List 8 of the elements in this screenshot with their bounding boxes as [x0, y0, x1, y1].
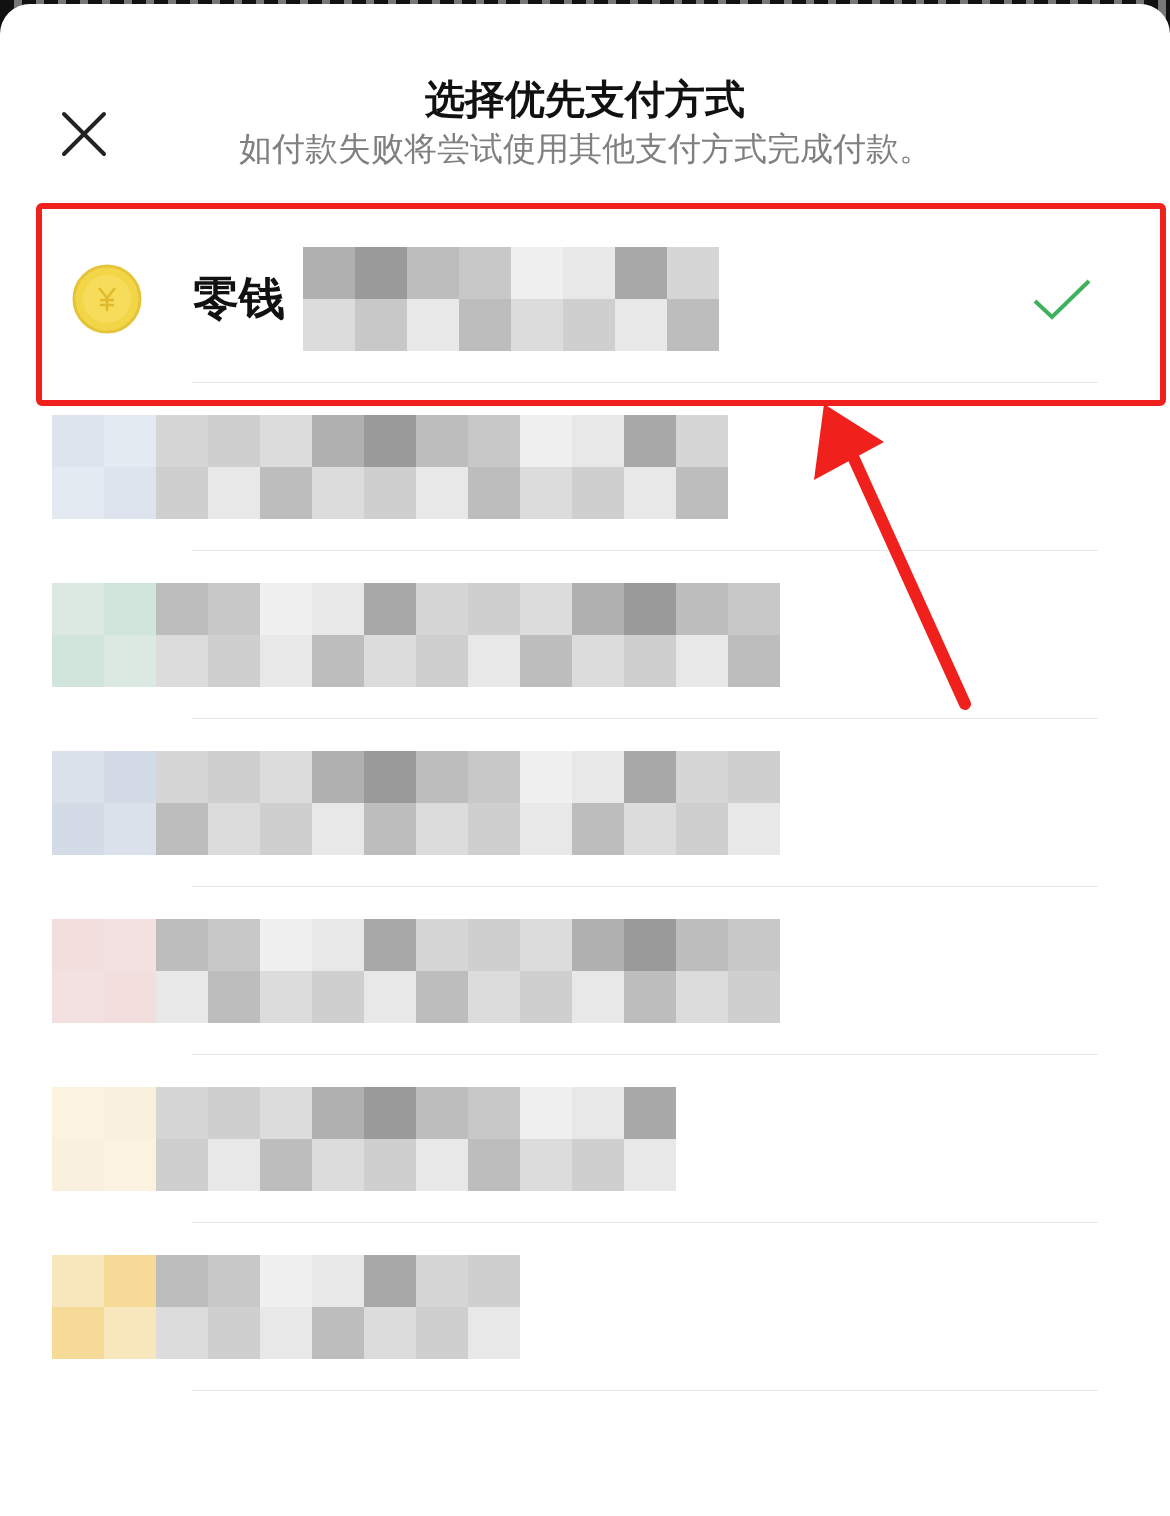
- close-icon: [60, 110, 108, 158]
- sheet-title: 选择优先支付方式: [425, 75, 745, 124]
- sheet-subtitle: 如付款失败将尝试使用其他支付方式完成付款。: [238, 128, 932, 170]
- payment-method-label: 零钱: [193, 270, 285, 327]
- close-button[interactable]: [60, 110, 108, 158]
- coin-icon: [72, 264, 142, 334]
- payment-method-row[interactable]: 零钱: [0, 215, 1170, 383]
- checkmark-icon: [1032, 277, 1092, 321]
